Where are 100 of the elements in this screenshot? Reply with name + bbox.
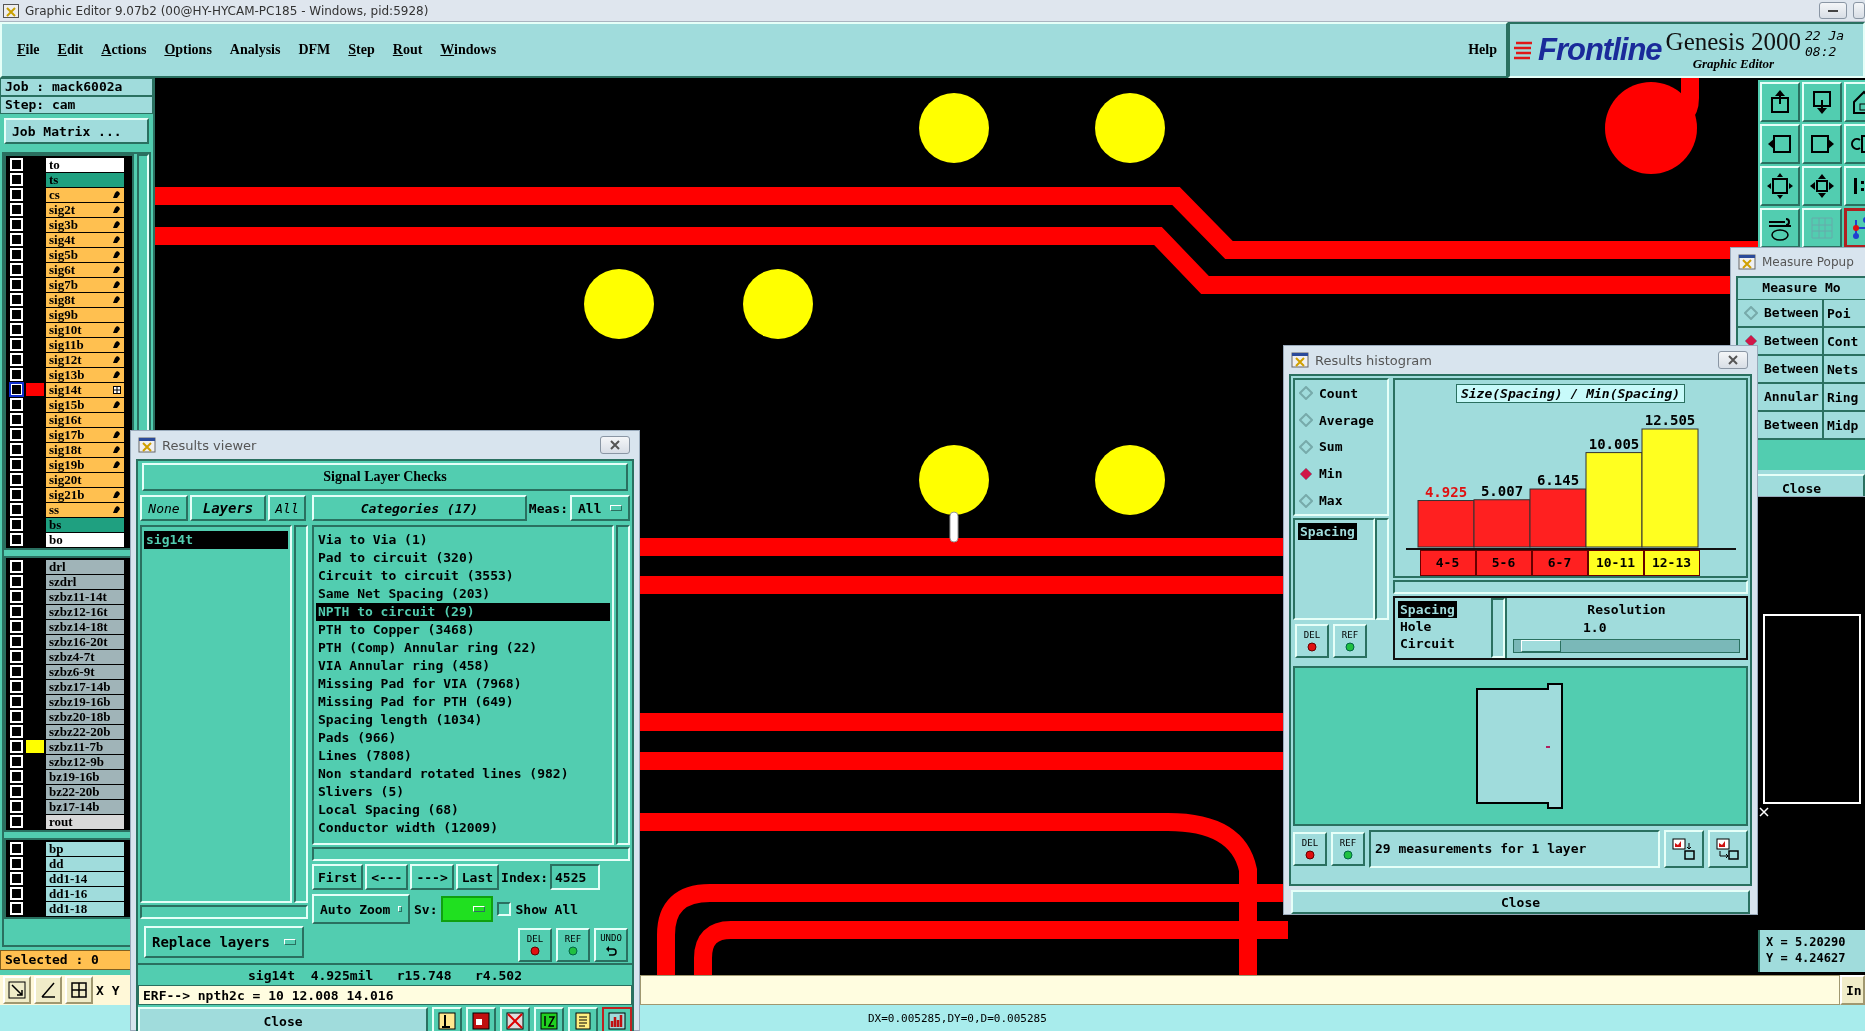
mode-label[interactable]: Ring [1824,389,1859,405]
horizontal-scrollbar[interactable] [312,847,630,861]
mode-label[interactable]: Between [1764,328,1824,354]
layer-checkbox[interactable] [10,308,23,321]
navigation-button[interactable]: ---> [410,864,454,890]
radio-icon[interactable] [1299,413,1313,428]
horizontal-scrollbar[interactable] [1393,580,1748,594]
tool-button[interactable] [3,976,31,1004]
category-item[interactable]: Same Net Spacing (203) [316,585,610,603]
category-item[interactable]: NPTH to circuit (29) [316,603,610,621]
menu-item[interactable]: Help [1459,39,1506,61]
category-item[interactable]: Circuit to circuit (3553) [316,567,610,585]
horizontal-scrollbar[interactable] [140,905,308,919]
toolbar-button[interactable] [466,1007,496,1031]
toolbar-button[interactable] [1760,124,1800,164]
layer-checkbox[interactable] [10,398,23,411]
navigation-button[interactable]: Last [455,864,500,890]
vertical-scrollbar[interactable] [1375,518,1389,620]
category-item[interactable]: VIA Annular ring (458) [316,657,610,675]
close-button[interactable] [600,436,630,454]
layer-name[interactable]: to [49,156,60,173]
layer-name[interactable]: ss [49,501,60,518]
category-item[interactable]: Non standard rotated lines (982) [316,765,610,783]
in-button[interactable]: In [1840,975,1865,1005]
job-matrix-button[interactable]: Job Matrix ... [4,118,149,144]
toolbar-button[interactable] [534,1007,564,1031]
category-item[interactable]: Pad to circuit (320) [316,549,610,567]
radio-icon[interactable] [1299,386,1313,401]
category-item[interactable]: Local Spacing (68) [316,801,610,819]
layer-checkbox[interactable] [10,740,23,753]
layers-button[interactable]: Layers [190,495,266,521]
category-item[interactable]: Lines (7808) [316,747,610,765]
layer-checkbox[interactable] [10,725,23,738]
layer-checkbox[interactable] [10,443,23,456]
layer-checkbox[interactable] [10,650,23,663]
layer-checkbox[interactable] [10,755,23,768]
refresh-button[interactable]: REF [1333,624,1367,658]
layer-checkbox[interactable] [10,533,23,546]
radio-label[interactable]: Max [1319,493,1343,509]
layer-checkbox[interactable] [10,902,23,915]
attribute-item[interactable]: Circuit [1398,635,1457,652]
category-item[interactable]: PTH to Copper (3468) [316,621,610,639]
vertical-scrollbar[interactable] [294,525,308,903]
layer-checkbox[interactable] [10,278,23,291]
layer-checkbox[interactable] [10,233,23,246]
measure-item[interactable]: Spacing [1298,523,1357,540]
mode-label[interactable]: Annular [1764,384,1824,410]
layer-checkbox[interactable] [10,428,23,441]
layer-checkbox[interactable] [10,323,23,336]
layer-checkbox[interactable] [10,785,23,798]
menu-item[interactable]: DFM [289,39,340,61]
layer-checkbox[interactable] [10,473,23,486]
vertical-scrollbar[interactable] [1491,598,1505,658]
none-button[interactable]: None [140,495,188,521]
layer-checkbox[interactable] [10,560,23,573]
slider-thumb[interactable] [1521,640,1561,652]
radio-label[interactable]: Average [1319,412,1374,428]
menu-item[interactable]: Actions [92,39,156,61]
import-chart-button[interactable] [1708,830,1748,868]
vertical-scrollbar[interactable] [616,525,630,845]
layer-name[interactable]: bs [49,516,62,533]
layer-checkbox[interactable] [10,770,23,783]
layer-checkbox[interactable] [10,800,23,813]
layer-list-item[interactable]: sig14t [144,531,288,549]
mode-label[interactable]: Nets [1824,361,1859,377]
delete-button[interactable]: DEL [518,928,552,962]
mode-label[interactable]: Poi [1824,305,1851,321]
category-item[interactable]: Conductor width (12009) [316,819,610,837]
layer-checkbox[interactable] [10,353,23,366]
attribute-item[interactable]: Hole [1398,618,1434,635]
layer-checkbox[interactable] [10,665,23,678]
replace-layers-dropdown[interactable]: Replace layers [144,926,304,958]
layer-checkbox[interactable] [10,575,23,588]
menu-item[interactable]: Windows [431,39,506,61]
layer-checkbox[interactable] [10,857,23,870]
category-item[interactable]: PTH (Comp) Annular ring (22) [316,639,610,657]
layer-checkbox[interactable] [10,590,23,603]
radio-icon[interactable] [1299,466,1313,481]
layer-checkbox[interactable] [10,173,23,186]
close-button[interactable]: Close [1291,890,1750,914]
layer-checkbox[interactable] [10,338,23,351]
layer-checkbox[interactable] [10,488,23,501]
radio-icon[interactable] [1299,440,1313,454]
category-item[interactable]: Spacing length (1034) [316,711,610,729]
attribute-item[interactable]: Spacing [1398,601,1457,618]
layer-checkbox[interactable] [10,203,23,216]
navigation-button[interactable]: First [312,864,364,890]
toolbar-button[interactable] [432,1007,462,1031]
mode-label[interactable]: Cont [1824,333,1859,349]
menu-item[interactable]: Edit [48,39,93,61]
zoom-mode-dropdown[interactable]: Auto Zoom [312,894,410,924]
layer-checkbox[interactable] [10,680,23,693]
toolbar-button[interactable] [1760,208,1800,248]
layer-checkbox[interactable] [10,458,23,471]
mode-label[interactable]: Between [1764,356,1824,382]
meas-dropdown[interactable]: All [570,495,630,521]
all-button[interactable]: All [268,495,306,521]
layer-checkbox[interactable] [10,872,23,885]
tool-button[interactable] [34,976,62,1004]
navigation-button[interactable]: <--- [365,864,409,890]
